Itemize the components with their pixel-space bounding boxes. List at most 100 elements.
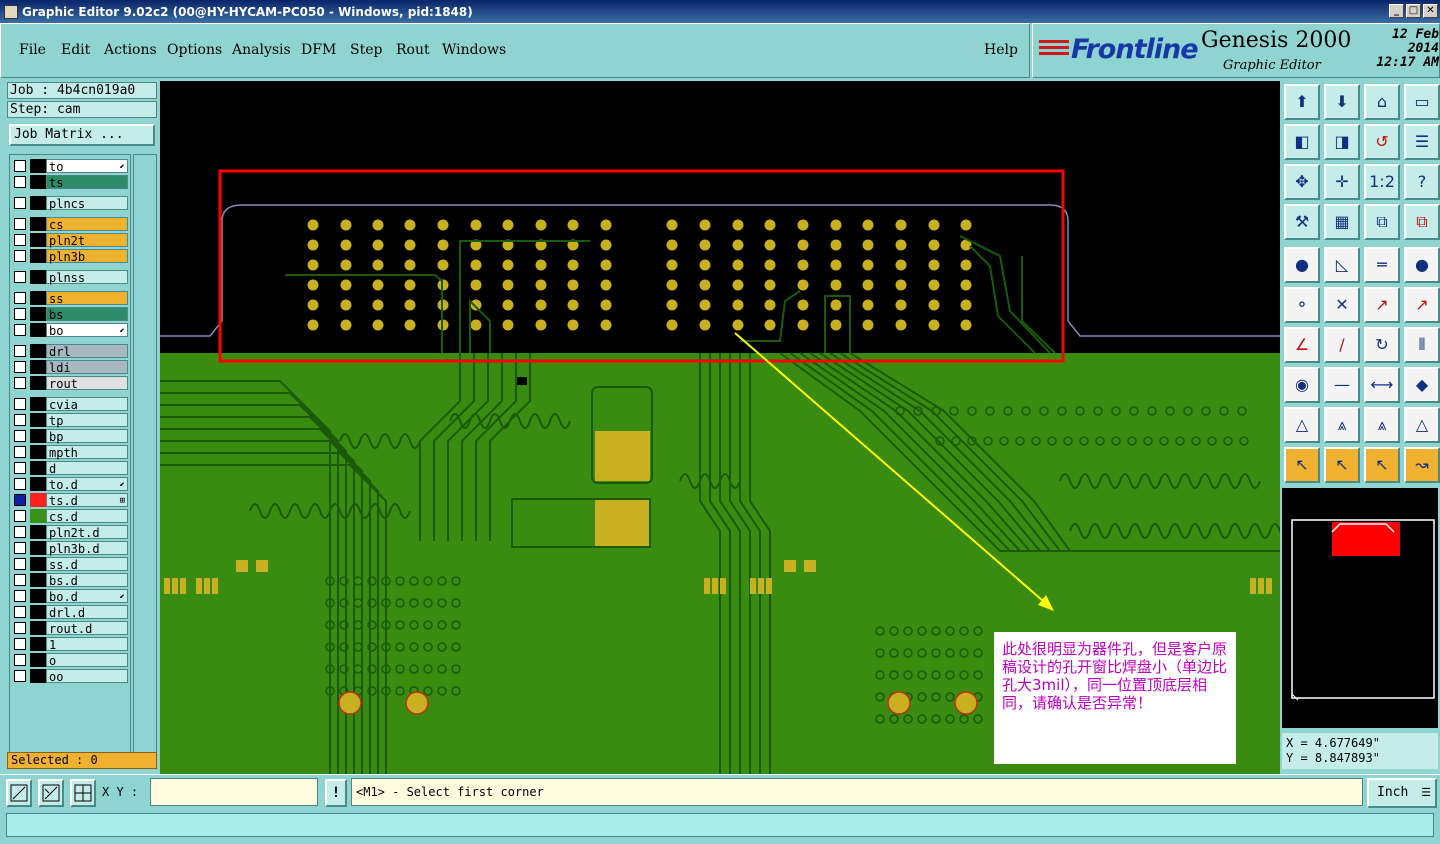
layer-row-tp[interactable]: tp — [12, 413, 130, 428]
graphic-canvas[interactable]: 此处很明显为器件孔，但是客户原稿设计的孔开窗比焊盘小（单边比孔大3mil），同一… — [160, 81, 1280, 774]
layer-name[interactable]: pln3b — [46, 249, 128, 264]
layer-name[interactable]: rout.d — [46, 621, 128, 636]
measure-icon[interactable]: ⚒ — [1284, 204, 1320, 240]
layer-scrollbar[interactable] — [133, 154, 157, 764]
layer-checkbox[interactable] — [14, 606, 26, 618]
layer-checkbox[interactable] — [14, 234, 26, 246]
ruler-icon[interactable]: ═ — [1364, 247, 1400, 283]
measure-box-icon[interactable] — [38, 779, 64, 807]
zoom-box-icon[interactable] — [6, 779, 32, 807]
layer-checkbox[interactable] — [14, 526, 26, 538]
layout-icon[interactable]: ☰ — [1404, 124, 1440, 160]
cursor-box-icon[interactable]: ↖ — [1324, 447, 1360, 483]
layer-color-swatch[interactable] — [30, 291, 46, 305]
snap-icon[interactable]: ⧉ — [1364, 204, 1400, 240]
menu-dfm[interactable]: DFM — [301, 42, 336, 58]
layer-name[interactable]: cvia — [46, 397, 128, 412]
layer-row-bs.d[interactable]: bs.d — [12, 573, 130, 588]
net-icon[interactable]: ⚬ — [1284, 287, 1320, 323]
layer-checkbox[interactable] — [14, 478, 26, 490]
layer-checkbox[interactable] — [14, 197, 26, 209]
cross-icon[interactable]: ✕ — [1324, 287, 1360, 323]
layer-row-bs[interactable]: bs — [12, 307, 130, 322]
layer-checkbox[interactable] — [14, 590, 26, 602]
layer-color-swatch[interactable] — [30, 445, 46, 459]
layer-color-swatch[interactable] — [30, 233, 46, 247]
fit-icon[interactable]: ✥ — [1284, 164, 1320, 200]
help-icon[interactable]: ? — [1404, 164, 1440, 200]
layer-name[interactable]: to.d ⬋ — [46, 477, 128, 492]
layer-checkbox[interactable] — [14, 558, 26, 570]
shapes-icon[interactable]: ◆ — [1404, 367, 1440, 403]
layer-row-cs[interactable]: cs — [12, 217, 130, 232]
layer-checkbox[interactable] — [14, 430, 26, 442]
layer-name[interactable]: drl.d — [46, 605, 128, 620]
menu-rout[interactable]: Rout — [396, 42, 430, 58]
layer-checkbox[interactable] — [14, 345, 26, 357]
triangle-blue-icon[interactable]: ⩓ — [1324, 407, 1360, 443]
layer-name[interactable]: pln2t — [46, 233, 128, 248]
layer-checkbox[interactable] — [14, 292, 26, 304]
job-matrix-button[interactable]: Job Matrix ... — [9, 124, 155, 146]
layer-color-swatch[interactable] — [30, 573, 46, 587]
layer-name[interactable]: oo — [46, 669, 128, 684]
minimize-icon[interactable]: _ — [1389, 4, 1404, 18]
grid-box-icon[interactable] — [70, 779, 96, 807]
outline-icon[interactable]: ◺ — [1324, 247, 1360, 283]
layer-checkbox[interactable] — [14, 446, 26, 458]
layer-checkbox[interactable] — [14, 542, 26, 554]
triangle-blue2-icon[interactable]: ⩓ — [1364, 407, 1400, 443]
layer-name[interactable]: to ⬋ — [46, 159, 128, 174]
layer-checkbox[interactable] — [14, 670, 26, 682]
layer-checkbox[interactable] — [14, 654, 26, 666]
minus-icon[interactable]: — — [1324, 367, 1360, 403]
pad-icon[interactable]: ◉ — [1284, 367, 1320, 403]
layer-checkbox[interactable] — [14, 250, 26, 262]
layer-checkbox[interactable] — [14, 308, 26, 320]
layer-row-pln3b[interactable]: pln3b — [12, 249, 130, 264]
close-icon[interactable]: ✕ — [1423, 4, 1438, 18]
layer-name[interactable]: cs.d — [46, 509, 128, 524]
layer-color-swatch[interactable] — [30, 159, 46, 173]
layer-color-swatch[interactable] — [30, 397, 46, 411]
layer-color-swatch[interactable] — [30, 249, 46, 263]
layer-row-bp[interactable]: bp — [12, 429, 130, 444]
layer-row-pln2t[interactable]: pln2t — [12, 233, 130, 248]
app-icon[interactable] — [4, 4, 18, 19]
pan-right-icon[interactable]: ◨ — [1324, 124, 1360, 160]
layer-color-swatch[interactable] — [30, 493, 46, 507]
layer-checkbox[interactable] — [14, 622, 26, 634]
layer-row-1[interactable]: 1 — [12, 637, 130, 652]
layer-color-swatch[interactable] — [30, 557, 46, 571]
layer-color-swatch[interactable] — [30, 509, 46, 523]
layer-row-ts.d[interactable]: ts.d ⊞ — [12, 493, 130, 508]
layer-name[interactable]: o — [46, 653, 128, 668]
cursor-circle-icon[interactable]: ↖ — [1364, 447, 1400, 483]
layer-name[interactable]: bp — [46, 429, 128, 444]
layer-color-swatch[interactable] — [30, 541, 46, 555]
units-selector[interactable]: Inch ☰ — [1367, 778, 1437, 808]
layer-row-ldi[interactable]: ldi — [12, 360, 130, 375]
xy-input[interactable] — [150, 778, 318, 806]
layer-row-cvia[interactable]: cvia — [12, 397, 130, 412]
layer-name[interactable]: plncs — [46, 196, 128, 211]
menu-help[interactable]: Help — [984, 42, 1018, 58]
route-icon[interactable]: ↝ — [1404, 447, 1440, 483]
layer-color-swatch[interactable] — [30, 605, 46, 619]
layer-checkbox[interactable] — [14, 271, 26, 283]
ff-icon[interactable]: ⫴ — [1404, 327, 1440, 363]
dot-icon[interactable]: ● — [1404, 247, 1440, 283]
layer-name[interactable]: ss — [46, 291, 128, 306]
layer-row-plnss[interactable]: plnss — [12, 270, 130, 285]
layer-checkbox[interactable] — [14, 398, 26, 410]
layer-name[interactable]: ts.d ⊞ — [46, 493, 128, 508]
triangle-outline-icon[interactable]: △ — [1404, 407, 1440, 443]
layer-name[interactable]: bs — [46, 307, 128, 322]
layer-color-swatch[interactable] — [30, 175, 46, 189]
layer-checkbox[interactable] — [14, 176, 26, 188]
layer-checkbox[interactable] — [14, 361, 26, 373]
layer-row-to[interactable]: to ⬋ — [12, 159, 130, 174]
grid-icon[interactable]: ▦ — [1324, 204, 1360, 240]
layer-name[interactable]: 1 — [46, 637, 128, 652]
maximize-icon[interactable]: □ — [1406, 4, 1421, 18]
